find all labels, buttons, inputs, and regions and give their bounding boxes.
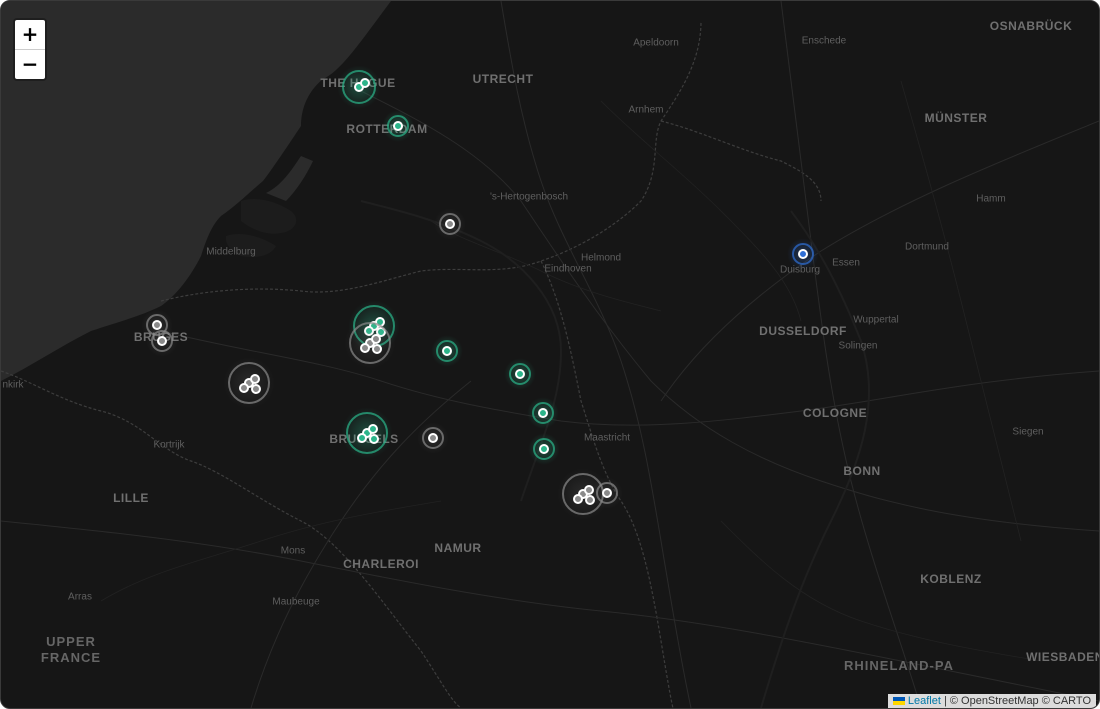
marker-dot — [251, 384, 261, 394]
place-label-dortmund: Dortmund — [905, 241, 949, 253]
marker-dot — [360, 78, 370, 88]
map-marker-gray[interactable] — [417, 422, 449, 454]
marker-dot — [573, 494, 583, 504]
map-marker-green[interactable] — [337, 65, 381, 109]
marker-dot — [360, 343, 370, 353]
place-label-maubeuge: Maubeuge — [272, 596, 320, 608]
map-marker-green[interactable] — [527, 397, 559, 429]
marker-dot — [442, 346, 452, 356]
marker-dot — [393, 121, 403, 131]
place-label-cologne: COLOGNE — [802, 406, 868, 420]
attribution-text: | © OpenStreetMap © CARTO — [940, 695, 1091, 707]
place-label-namur: NAMUR — [434, 541, 482, 555]
marker-dot — [250, 374, 260, 384]
map-marker-green[interactable] — [528, 433, 560, 465]
map-marker-blue[interactable] — [787, 238, 819, 270]
place-label-kortrijk: Kortrijk — [153, 439, 185, 451]
marker-dot — [369, 434, 379, 444]
place-label-m-nster: MÜNSTER — [924, 111, 988, 125]
marker-dot — [445, 219, 455, 229]
place-label-enschede: Enschede — [801, 35, 847, 47]
marker-dot — [428, 433, 438, 443]
place-label-siegen: Siegen — [1012, 426, 1044, 438]
marker-dot — [239, 383, 249, 393]
place-label-mons: Mons — [280, 545, 306, 557]
map-container[interactable]: OSNABRÜCKApeldoornEnschedeUTRECHTTHE HAG… — [0, 0, 1100, 709]
place-label-dusseldorf: DUSSELDORF — [759, 324, 847, 338]
leaflet-link[interactable]: Leaflet — [908, 695, 941, 707]
attribution: Leaflet | © OpenStreetMap © CARTO — [887, 694, 1096, 708]
marker-dot — [372, 344, 382, 354]
place-label-rhineland-pa: RHINELAND-PA — [844, 658, 954, 673]
map-marker-green[interactable] — [382, 110, 414, 142]
marker-dot — [371, 334, 381, 344]
marker-dot — [539, 444, 549, 454]
rivers — [360, 200, 871, 708]
place-label-utrecht: UTRECHT — [472, 72, 534, 86]
map-marker-green[interactable] — [341, 407, 393, 459]
marker-dot — [538, 408, 548, 418]
map-marker-gray[interactable] — [344, 317, 396, 369]
marker-dot — [515, 369, 525, 379]
place-label-essen: Essen — [832, 257, 860, 269]
zoom-in-button[interactable]: + — [15, 20, 45, 50]
place-label-upper-france: UPPER FRANCE — [40, 634, 102, 665]
marker-dot — [357, 433, 367, 443]
place-label-bonn: BONN — [843, 464, 881, 478]
place-label-solingen: Solingen — [838, 340, 878, 352]
place-label-helmond: Helmond — [580, 252, 622, 264]
marker-dot — [602, 488, 612, 498]
place-label-wiesbaden: WIESBADEN — [1026, 650, 1100, 664]
place-label-hamm: Hamm — [976, 193, 1006, 205]
place-label-arnhem: Arnhem — [628, 104, 664, 116]
map-marker-gray[interactable] — [223, 357, 275, 409]
place-label-maastricht: Maastricht — [583, 432, 631, 444]
marker-dot — [157, 336, 167, 346]
marker-dot — [798, 249, 808, 259]
place-label-charleroi: CHARLEROI — [343, 557, 419, 571]
place-label-nkirk: nkirk — [2, 379, 24, 391]
map-marker-gray[interactable] — [434, 208, 466, 240]
north-sea — [1, 1, 391, 381]
zoom-control: + − — [13, 18, 47, 81]
place-label-lille: LILLE — [113, 491, 149, 505]
place-label-apeldoorn: Apeldoorn — [633, 37, 679, 49]
map-marker-green[interactable] — [431, 335, 463, 367]
place-label-arras: Arras — [68, 591, 92, 603]
place-label-middelburg: Middelburg — [206, 246, 256, 258]
place-label-s-hertogenbosch: 's-Hertogenbosch — [489, 191, 569, 203]
map-marker-gray[interactable] — [146, 325, 178, 357]
place-label-eindhoven: Eindhoven — [544, 263, 592, 275]
map-marker-green[interactable] — [504, 358, 536, 390]
zoom-out-button[interactable]: − — [15, 50, 45, 79]
place-label-wuppertal: Wuppertal — [853, 314, 899, 326]
place-label-osnabr-ck: OSNABRÜCK — [989, 19, 1073, 33]
map-marker-gray[interactable] — [591, 477, 623, 509]
ukraine-flag-icon — [892, 697, 905, 706]
place-label-koblenz: KOBLENZ — [920, 572, 982, 586]
marker-dot — [368, 424, 378, 434]
